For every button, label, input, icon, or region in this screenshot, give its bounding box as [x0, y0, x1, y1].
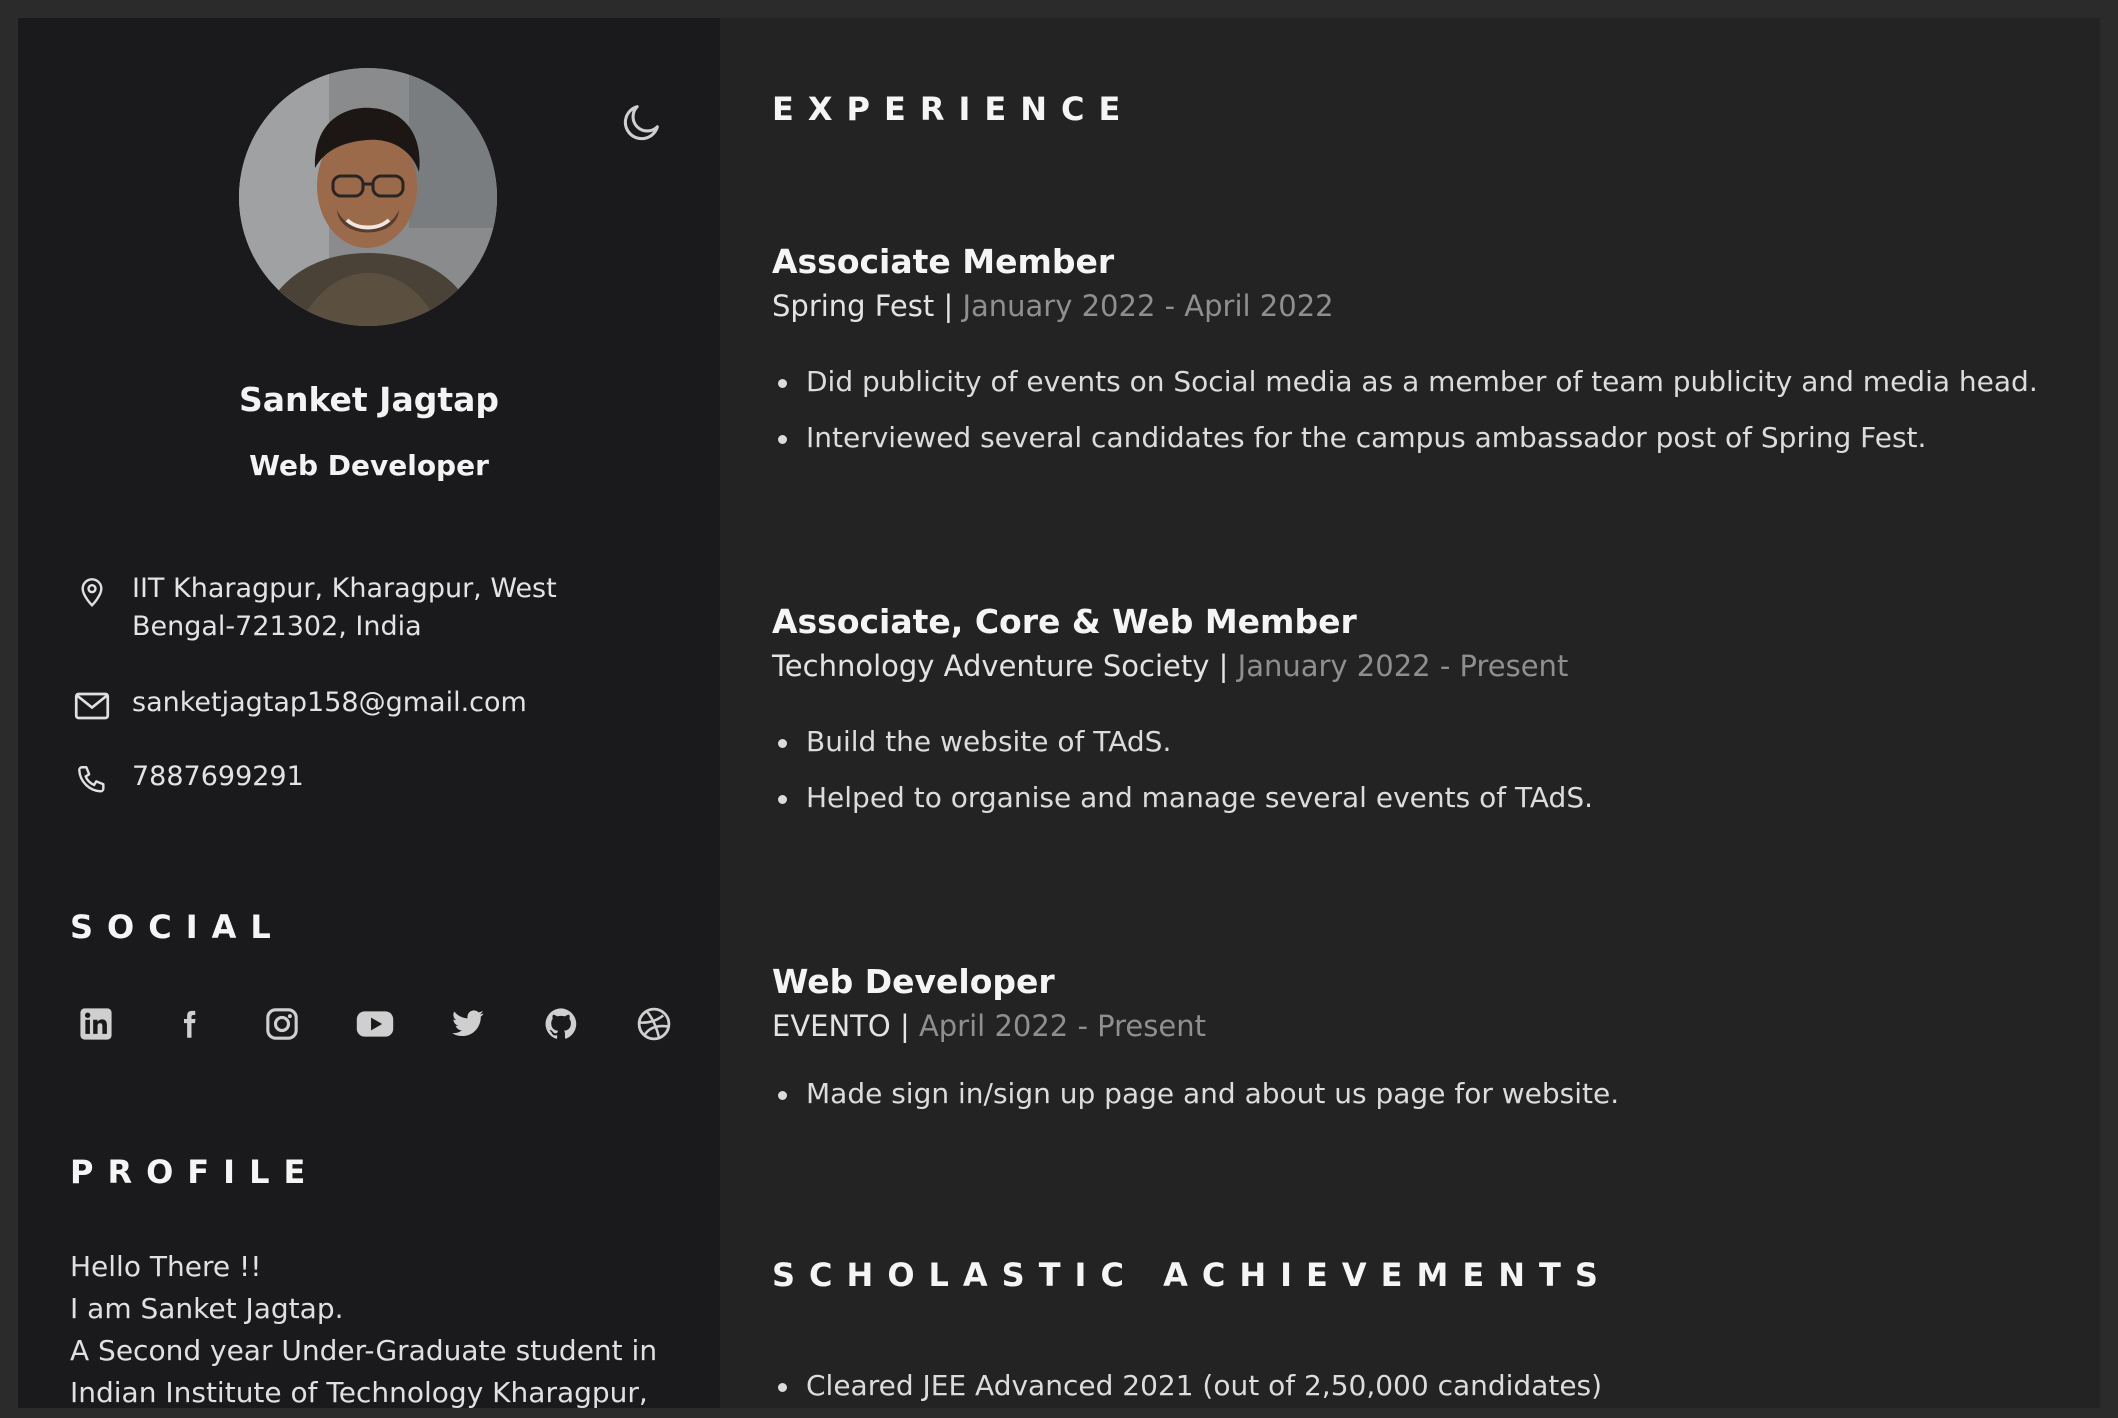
profile-line: I am Sanket Jagtap.	[70, 1292, 344, 1325]
job-org: Spring Fest	[772, 289, 935, 323]
job-bullet: Helped to organise and manage several ev…	[772, 770, 2072, 826]
experience-item: Web Developer EVENTO | April 2022 - Pres…	[772, 960, 2072, 1122]
theme-toggle-button[interactable]	[614, 94, 670, 150]
job-bullet: Made sign in/sign up page and about us p…	[772, 1066, 2072, 1122]
scholastic-list: Cleared JEE Advanced 2021 (out of 2,50,0…	[772, 1358, 2072, 1408]
experience-item: Associate Member Spring Fest | January 2…	[772, 240, 2072, 466]
mail-icon	[70, 684, 114, 728]
job-separator: |	[1218, 649, 1229, 683]
job-bullet: Build the website of TAdS.	[772, 714, 2072, 770]
job-date: April 2022 - Present	[918, 1009, 1206, 1043]
instagram-icon[interactable]	[256, 998, 308, 1050]
job-meta: EVENTO | April 2022 - Present	[772, 1004, 2072, 1048]
job-org: Technology Adventure Society	[772, 649, 1210, 683]
job-org: EVENTO	[772, 1009, 891, 1043]
location-pin-icon	[70, 570, 114, 614]
job-bullets: Did publicity of events on Social media …	[772, 354, 2072, 466]
job-bullets: Made sign in/sign up page and about us p…	[772, 1066, 2072, 1122]
phone-icon	[70, 758, 114, 802]
email-link[interactable]: sanketjagtap158@gmail.com	[132, 684, 672, 722]
main-content: EXPERIENCE Associate Member Spring Fest …	[720, 18, 2100, 1408]
scholastic-item: Cleared JEE Advanced 2021 (out of 2,50,0…	[772, 1358, 2072, 1408]
job-date: January 2022 - Present	[1237, 649, 1569, 683]
experience-item: Associate, Core & Web Member Technology …	[772, 600, 2072, 826]
app-frame: Sanket Jagtap Web Developer IIT Kharagpu…	[0, 0, 2118, 1418]
contact-location: IIT Kharagpur, Kharagpur, West Bengal-72…	[70, 570, 652, 646]
job-bullet: Did publicity of events on Social media …	[772, 354, 2072, 410]
location-text: IIT Kharagpur, Kharagpur, West Bengal-72…	[132, 573, 557, 642]
youtube-icon[interactable]	[349, 998, 401, 1050]
profile-heading: PROFILE	[70, 1153, 320, 1191]
profile-line: Hello There !!	[70, 1250, 262, 1283]
scholastic-heading: SCHOLASTIC ACHIEVEMENTS	[772, 1256, 1612, 1294]
sidebar: Sanket Jagtap Web Developer IIT Kharagpu…	[18, 18, 720, 1408]
job-separator: |	[899, 1009, 910, 1043]
social-links	[70, 998, 690, 1050]
phone-text: 7887699291	[132, 761, 304, 792]
profile-name: Sanket Jagtap	[238, 380, 500, 419]
contact-phone: 7887699291	[70, 758, 672, 802]
job-separator: |	[943, 289, 954, 323]
profile-text: Hello There !! I am Sanket Jagtap. A Sec…	[70, 1246, 690, 1408]
resume-page: Sanket Jagtap Web Developer IIT Kharagpu…	[18, 18, 2100, 1408]
job-title: Associate, Core & Web Member	[772, 602, 1357, 641]
moon-icon	[623, 105, 659, 141]
profile-role: Web Developer	[249, 449, 489, 482]
social-heading: SOCIAL	[70, 908, 285, 946]
experience-heading: EXPERIENCE	[772, 90, 1135, 128]
job-meta: Technology Adventure Society | January 2…	[772, 644, 2072, 688]
facebook-icon[interactable]	[163, 998, 215, 1050]
profile-line: Indian Institute of Technology Kharagpur…	[70, 1376, 648, 1408]
dribbble-icon[interactable]	[628, 998, 680, 1050]
twitter-icon[interactable]	[442, 998, 494, 1050]
avatar-photo	[239, 68, 497, 326]
profile-line: A Second year Under-Graduate student in	[70, 1334, 658, 1367]
avatar	[239, 68, 497, 326]
contact-email: sanketjagtap158@gmail.com	[70, 684, 672, 728]
job-meta: Spring Fest | January 2022 - April 2022	[772, 284, 2072, 328]
job-date: January 2022 - April 2022	[962, 289, 1334, 323]
job-bullet: Interviewed several candidates for the c…	[772, 410, 2072, 466]
job-title: Associate Member	[772, 242, 1115, 281]
job-bullets: Build the website of TAdS. Helped to org…	[772, 714, 2072, 826]
job-title: Web Developer	[772, 962, 1055, 1001]
linkedin-icon[interactable]	[70, 998, 122, 1050]
github-icon[interactable]	[535, 998, 587, 1050]
